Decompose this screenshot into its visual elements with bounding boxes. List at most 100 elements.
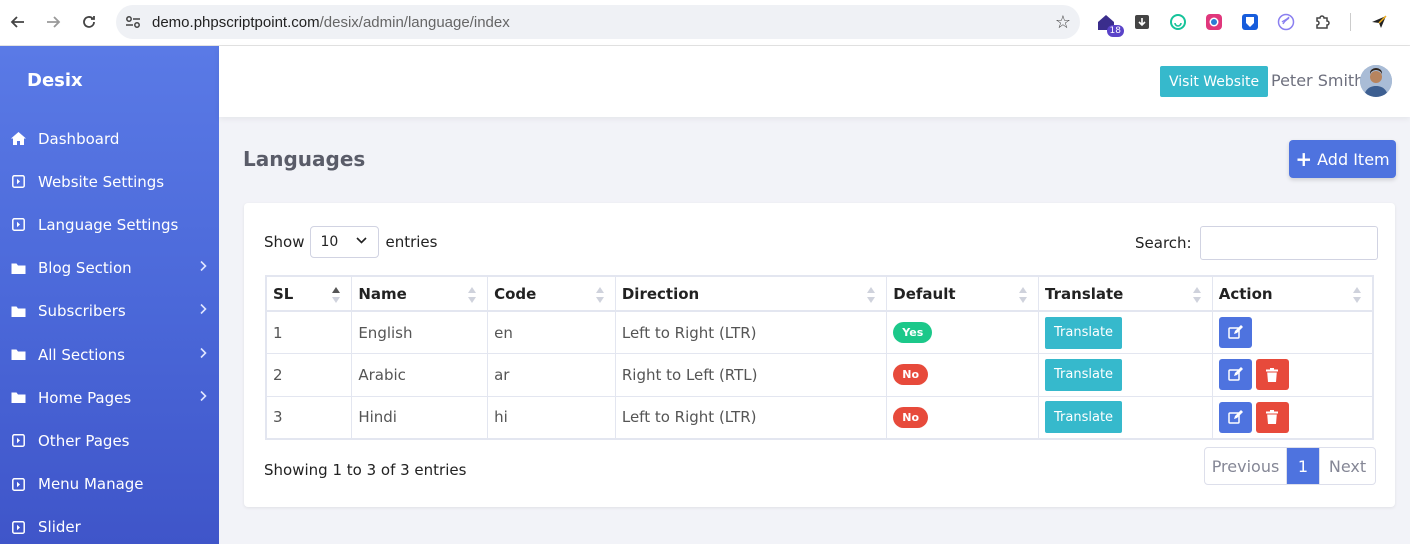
entries-label: entries [385, 233, 438, 251]
forward-button[interactable] [35, 4, 71, 40]
delete-button[interactable] [1255, 401, 1289, 433]
folder-icon [10, 303, 27, 320]
sidebar-item-dashboard[interactable]: Dashboard [0, 117, 219, 160]
extension-download-icon[interactable] [1130, 9, 1154, 35]
cell-sl: 1 [265, 310, 353, 354]
column-header-direction[interactable]: Direction [614, 275, 888, 312]
sidebar-item-label: Website Settings [38, 172, 165, 191]
sidebar-item-label: Menu Manage [38, 475, 144, 494]
cell-sl: 2 [265, 353, 353, 397]
cell-action [1211, 310, 1374, 354]
square-arrow-icon [10, 476, 27, 493]
sort-arrows-icon [1192, 286, 1202, 304]
avatar[interactable] [1360, 65, 1392, 97]
site-settings-icon[interactable] [124, 13, 142, 31]
back-button[interactable] [0, 4, 36, 40]
sidebar-item-subscribers[interactable]: Subscribers [0, 290, 219, 333]
column-header-name[interactable]: Name [351, 275, 489, 312]
sidebar-item-all-sections[interactable]: All Sections [0, 333, 219, 376]
url-text: demo.phpscriptpoint.com/desix/admin/lang… [152, 14, 1046, 31]
column-header-label: Action [1218, 284, 1273, 303]
column-header-code[interactable]: Code [487, 275, 616, 312]
extension-bird-icon[interactable] [1367, 9, 1391, 35]
plus-icon: + [1295, 147, 1313, 171]
folder-icon [10, 260, 27, 277]
column-header-action[interactable]: Action [1211, 275, 1374, 312]
column-header-label: Name [358, 284, 407, 303]
pagination-page-current[interactable]: 1 [1287, 448, 1319, 484]
square-arrow-icon [10, 432, 27, 449]
table-row: 1 English en Left to Right (LTR) Yes Translat… [265, 310, 1374, 354]
pagination-next[interactable]: Next [1319, 448, 1375, 484]
column-header-label: Default [893, 284, 956, 303]
column-header-default[interactable]: Default [886, 275, 1040, 312]
sidebar-item-label: Blog Section [38, 259, 132, 278]
sort-arrows-icon [866, 286, 876, 304]
sidebar-item-menu-manage[interactable]: Menu Manage [0, 463, 219, 506]
square-arrow-icon [10, 173, 27, 190]
sidebar-item-blog-section[interactable]: Blog Section [0, 247, 219, 290]
extensions-row: 18 [1094, 9, 1391, 37]
sidebar-item-other-pages[interactable]: Other Pages [0, 419, 219, 462]
visit-website-button[interactable]: Visit Website [1160, 66, 1269, 97]
cell-name: English [351, 310, 489, 354]
column-header-label: Translate [1045, 284, 1124, 303]
sort-arrows-icon [331, 286, 341, 304]
url-domain: demo.phpscriptpoint.com [152, 13, 320, 31]
user-name[interactable]: Peter Smith [1271, 71, 1364, 90]
square-arrow-icon [10, 519, 27, 536]
url-path: /desix/admin/language/index [319, 13, 510, 31]
edit-button[interactable] [1218, 317, 1252, 348]
bookmark-star-icon[interactable]: ☆ [1046, 12, 1080, 33]
add-item-label: Add Item [1317, 149, 1390, 169]
sidebar-item-label: Dashboard [38, 129, 120, 148]
default-status-badge: No [893, 364, 929, 386]
page-length-select[interactable]: 10 [310, 226, 380, 258]
sidebar-item-label: Subscribers [38, 302, 126, 321]
brand-logo[interactable]: Desix [27, 70, 83, 91]
reload-button[interactable] [71, 4, 107, 40]
delete-button[interactable] [1255, 359, 1289, 391]
edit-button[interactable] [1218, 359, 1252, 391]
sort-arrows-icon [1352, 286, 1362, 304]
translate-button[interactable]: Translate [1045, 316, 1123, 349]
pagination: Previous 1 Next [1204, 447, 1376, 485]
pagination-previous[interactable]: Previous [1205, 448, 1287, 484]
extension-color-icon[interactable] [1202, 9, 1226, 35]
extension-bitwarden-icon[interactable] [1238, 9, 1262, 35]
column-header-sl[interactable]: SL [265, 275, 353, 312]
topbar: Visit Website Peter Smith [219, 46, 1410, 117]
table-search: Search: [1135, 226, 1378, 260]
cell-direction: Left to Right (LTR) [614, 310, 888, 354]
sidebar-item-label: Language Settings [38, 215, 179, 234]
add-item-button[interactable]: + Add Item [1289, 140, 1396, 178]
extension-swirl-icon[interactable] [1274, 9, 1298, 35]
sidebar-item-language-settings[interactable]: Language Settings [0, 203, 219, 246]
chevron-down-icon [356, 234, 368, 247]
table-header-row: SL Name Code Direction Default Translate Actio… [265, 275, 1374, 312]
table-info: Showing 1 to 3 of 3 entries [264, 461, 467, 479]
languages-card: Show 10 entries Search: SL Name Code Direct… [244, 203, 1395, 507]
sidebar-item-home-pages[interactable]: Home Pages [0, 376, 219, 419]
home-icon [10, 130, 27, 147]
extensions-puzzle-icon[interactable] [1310, 9, 1334, 35]
sidebar-item-slider[interactable]: Slider [0, 506, 219, 544]
address-bar[interactable]: demo.phpscriptpoint.com/desix/admin/lang… [116, 5, 1080, 39]
page-length-value: 10 [320, 234, 339, 250]
trash-icon [1266, 367, 1279, 382]
reload-icon [83, 16, 95, 28]
cell-direction: Left to Right (LTR) [614, 395, 888, 439]
cell-default: No [886, 353, 1040, 397]
translate-button[interactable]: Translate [1045, 358, 1123, 391]
languages-table: SL Name Code Direction Default Translate Actio… [265, 275, 1374, 440]
page-length-control: Show 10 entries [264, 226, 437, 258]
extension-house-icon[interactable]: 18 [1094, 9, 1124, 37]
column-header-translate[interactable]: Translate [1038, 275, 1213, 312]
sidebar-item-label: Home Pages [38, 388, 132, 407]
sidebar-item-website-settings[interactable]: Website Settings [0, 160, 219, 203]
search-input[interactable] [1199, 226, 1378, 260]
translate-button[interactable]: Translate [1045, 401, 1123, 433]
column-header-label: Code [494, 284, 537, 303]
extension-grammarly-icon[interactable] [1166, 9, 1190, 35]
edit-button[interactable] [1218, 401, 1252, 433]
